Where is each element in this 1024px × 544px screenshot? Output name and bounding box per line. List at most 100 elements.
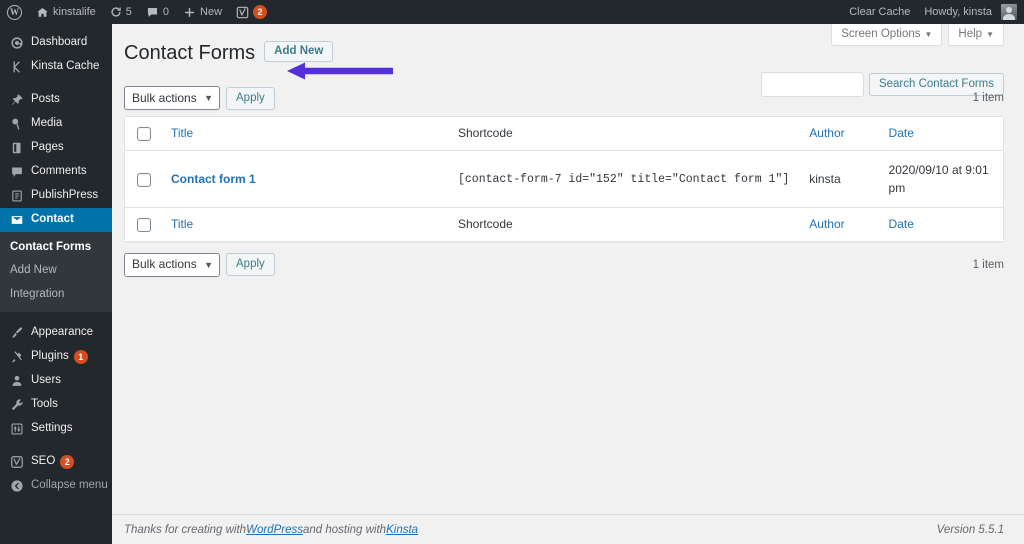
bulk-actions-select-top[interactable]: Bulk actions: [124, 86, 220, 110]
footer-thanks-prefix: Thanks for creating with: [124, 523, 247, 536]
column-footer-author[interactable]: Author: [799, 206, 879, 241]
screen-options-toggle[interactable]: Screen Options ▼: [831, 24, 943, 46]
row-checkbox[interactable]: [137, 172, 151, 187]
sidebar-item-settings[interactable]: Settings: [0, 417, 112, 441]
table-head: Title Shortcode Author Date: [125, 117, 1003, 151]
sidebar-item-label: PublishPress: [31, 189, 99, 202]
displaying-num-top: 1 item: [972, 92, 1004, 104]
column-footer-title[interactable]: Title: [161, 206, 448, 241]
users-icon: [8, 372, 26, 390]
bulk-actions-select-wrap: Bulk actions ▼: [124, 86, 220, 110]
table-header-row: Title Shortcode Author Date: [125, 117, 1003, 151]
sidebar-item-label: Kinsta Cache: [31, 60, 100, 73]
content-area: Screen Options ▼ Help ▼ Contact Forms Add …: [112, 24, 1024, 544]
kinsta-k-icon: [8, 58, 26, 76]
bulk-actions-select-bottom[interactable]: Bulk actions: [124, 252, 220, 277]
sidebar-item-pages[interactable]: Pages: [0, 136, 112, 160]
sidebar-item-dashboard[interactable]: Dashboard: [0, 31, 112, 55]
footer-kinsta-link[interactable]: Kinsta: [386, 524, 418, 536]
pin-icon: [8, 91, 26, 109]
sidebar-item-posts[interactable]: Posts: [0, 88, 112, 112]
site-name-menu[interactable]: kinstalife: [29, 0, 103, 24]
row-title-link[interactable]: Contact form 1: [171, 172, 256, 186]
envelope-icon: [8, 211, 26, 229]
comment-bubble-icon: [8, 163, 26, 181]
tablenav-bottom: Bulk actions ▼ Apply 1 item: [124, 250, 1004, 280]
comments-menu[interactable]: 0: [139, 0, 176, 24]
chevron-down-icon: ▼: [924, 30, 933, 39]
sidebar-item-plugins[interactable]: Plugins 1: [0, 345, 112, 369]
my-account-menu[interactable]: Howdy, kinsta: [917, 0, 1024, 24]
sidebar-item-appearance[interactable]: Appearance: [0, 321, 112, 345]
row-date-cell: 2020/09/10 at 9:01 pm: [888, 162, 989, 195]
sidebar-item-label: Comments: [31, 165, 87, 178]
select-all-checkbox-bottom[interactable]: [137, 217, 151, 232]
bulk-actions-top: Bulk actions ▼ Apply: [124, 86, 275, 110]
sidebar-item-label: Appearance: [31, 326, 94, 338]
footer-wordpress-link[interactable]: WordPress: [246, 524, 303, 536]
sidebar-subitem-add-new[interactable]: Add New: [0, 259, 112, 282]
column-footer-shortcode: Shortcode: [448, 206, 800, 241]
sidebar-subitem-integration[interactable]: Integration: [0, 283, 112, 306]
sidebar-item-tools[interactable]: Tools: [0, 393, 112, 417]
admin-bar: W kinstalife 5 0 New 2 Clear Cache Howdy…: [0, 0, 1024, 24]
clear-cache-button[interactable]: Clear Cache: [842, 0, 917, 24]
wordpress-logo-icon: W: [7, 4, 22, 20]
sidebar-separator: [0, 312, 112, 321]
updates-menu[interactable]: 5: [103, 0, 139, 24]
dashboard-icon: [8, 34, 26, 52]
admin-sidebar: Dashboard Kinsta Cache Posts Media Pages…: [0, 24, 112, 544]
sidebar-item-users[interactable]: Users: [0, 369, 112, 393]
help-toggle[interactable]: Help ▼: [948, 24, 1004, 46]
howdy-label: Howdy, kinsta: [924, 6, 992, 18]
help-label: Help: [958, 28, 983, 40]
seo-notice-badge: 2: [60, 454, 75, 469]
settings-sliders-icon: [8, 420, 26, 438]
page-title: Contact Forms: [124, 41, 256, 64]
sidebar-item-label: Tools: [31, 398, 58, 410]
contact-submenu: Contact Forms Add New Integration: [0, 232, 112, 312]
column-footer-date[interactable]: Date: [878, 206, 1003, 241]
wrench-icon: [8, 396, 26, 414]
column-header-date[interactable]: Date: [878, 117, 1003, 151]
sidebar-subitem-contact-forms[interactable]: Contact Forms: [0, 236, 112, 259]
apply-button-bottom[interactable]: Apply: [226, 253, 275, 277]
select-all-checkbox-top[interactable]: [137, 126, 151, 141]
bulk-actions-select-wrap: Bulk actions ▼: [124, 252, 220, 277]
screen-meta-links: Screen Options ▼ Help ▼: [831, 24, 1004, 46]
table-row: Contact form 1 [contact-form-7 id="152" …: [125, 151, 1003, 207]
collapse-arrow-icon: [8, 477, 26, 495]
sidebar-separator: [0, 441, 112, 450]
media-icon: [8, 115, 26, 133]
table-footer-row: Title Shortcode Author Date: [125, 206, 1003, 241]
wp-logo-menu[interactable]: W: [0, 0, 29, 24]
footer-thanks-middle: and hosting with: [302, 523, 387, 536]
pages-icon: [8, 139, 26, 157]
seo-menu[interactable]: 2: [229, 0, 274, 24]
collapse-menu-button[interactable]: Collapse menu: [0, 474, 112, 498]
sidebar-item-publishpress[interactable]: PublishPress: [0, 184, 112, 208]
column-header-title[interactable]: Title: [161, 117, 448, 151]
updates-icon: [110, 6, 122, 18]
new-content-menu[interactable]: New: [176, 0, 229, 24]
sidebar-item-comments[interactable]: Comments: [0, 160, 112, 184]
sidebar-item-label: Collapse menu: [31, 479, 108, 491]
shortcode-value[interactable]: [contact-form-7 id="152" title="Contact …: [458, 173, 789, 186]
row-select-cell: [125, 151, 161, 207]
publishpress-icon: [8, 187, 26, 205]
sidebar-separator: [0, 79, 112, 88]
paintbrush-icon: [8, 324, 26, 342]
column-header-author[interactable]: Author: [799, 117, 879, 151]
admin-bar-right: Clear Cache Howdy, kinsta: [842, 0, 1024, 24]
sidebar-item-kinsta-cache[interactable]: Kinsta Cache: [0, 55, 112, 79]
sidebar-item-contact[interactable]: Contact: [0, 208, 112, 232]
bulk-actions-bottom: Bulk actions ▼ Apply: [124, 252, 275, 277]
contact-forms-table: Title Shortcode Author Date Contact form…: [124, 116, 1004, 242]
sidebar-item-label: Pages: [31, 141, 64, 154]
apply-button-top[interactable]: Apply: [226, 86, 275, 110]
comments-count: 0: [162, 6, 170, 18]
select-all-footer: [125, 206, 161, 241]
sidebar-item-media[interactable]: Media: [0, 112, 112, 136]
sidebar-item-seo[interactable]: SEO 2: [0, 450, 112, 474]
add-new-button[interactable]: Add New: [264, 41, 334, 62]
